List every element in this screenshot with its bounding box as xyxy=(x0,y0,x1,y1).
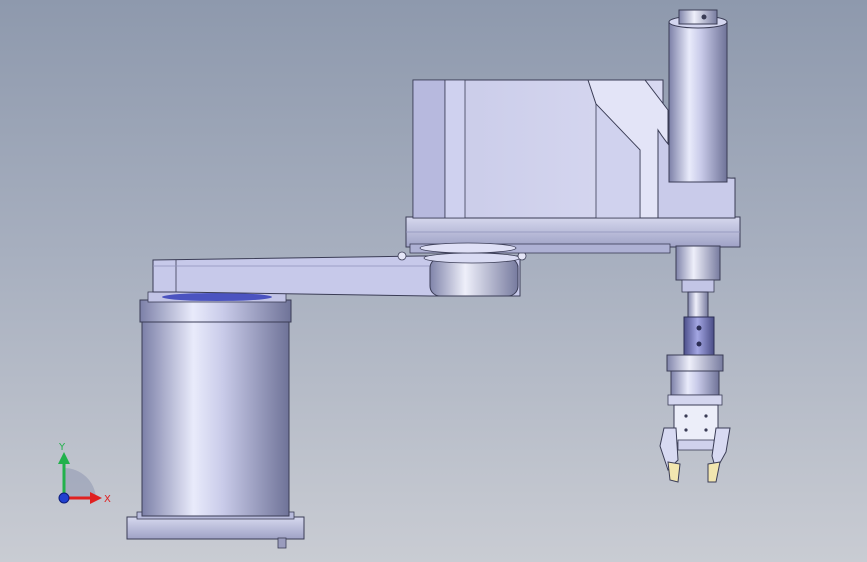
spline-shaft[interactable] xyxy=(675,245,721,319)
shaft-coupling[interactable] xyxy=(683,316,715,358)
base-column[interactable] xyxy=(126,291,305,549)
x-axis-arrowhead xyxy=(90,492,102,504)
y-axis-arrowhead xyxy=(58,452,70,464)
robot-model[interactable] xyxy=(0,0,867,562)
3d-viewport[interactable]: Y X xyxy=(0,0,867,562)
arm-link-1[interactable] xyxy=(152,251,527,297)
x-axis-label: X xyxy=(104,494,111,505)
z-axis-dot xyxy=(58,492,70,504)
z-axis-motor-column[interactable] xyxy=(668,9,728,183)
coordinate-triad: Y X xyxy=(58,442,111,505)
y-axis-label: Y xyxy=(58,442,66,453)
